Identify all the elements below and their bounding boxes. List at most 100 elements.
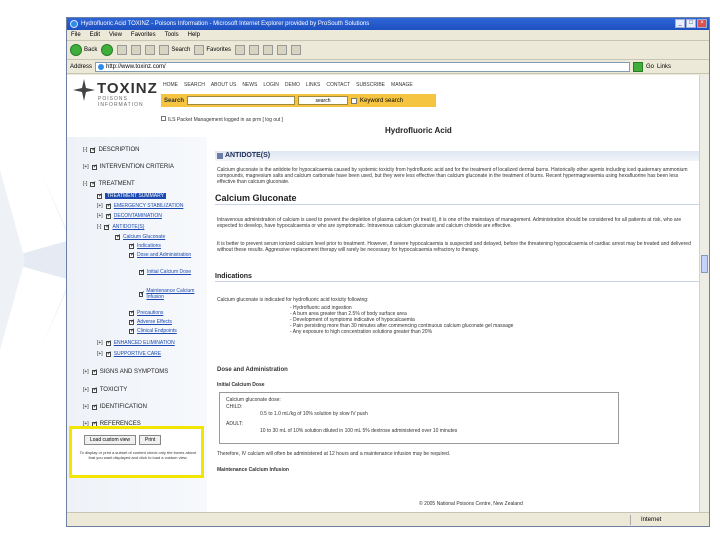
refresh-icon[interactable]	[131, 45, 142, 55]
tree-checkbox[interactable]	[129, 327, 135, 334]
tree-toggle[interactable]: [+]	[97, 213, 103, 219]
tree-item-toxicity[interactable]: [+] TOXICITY	[83, 386, 127, 394]
print-button[interactable]: Print	[139, 435, 162, 445]
keyword-search-checkbox[interactable]	[351, 97, 358, 104]
toxinz-logo[interactable]: TOXINZ POISONS INFORMATION	[73, 79, 163, 108]
tree-item-enhanced-elimination[interactable]: [+] ENHANCED ELIMINATION	[97, 339, 175, 347]
tree-item-calcium-gluconate[interactable]: Calcium Gluconate	[115, 233, 165, 240]
tree-item-adverse-effects[interactable]: Adverse Effects	[129, 318, 172, 325]
tree-link[interactable]: Calcium Gluconate	[123, 234, 165, 240]
nav-login[interactable]: LOGIN	[263, 82, 279, 88]
tree-checkbox[interactable]	[91, 403, 98, 410]
tree-item-supportive-care[interactable]: [+] SUPPORTIVE CARE	[97, 350, 161, 358]
tree-checkbox[interactable]	[91, 386, 98, 393]
nav-links[interactable]: LINKS	[306, 82, 320, 88]
nav-about[interactable]: ABOUT US	[211, 82, 236, 88]
menu-favorites[interactable]: Favorites	[131, 30, 156, 40]
minimize-button[interactable]: _	[675, 19, 685, 28]
tree-toggle[interactable]: [-]	[83, 181, 87, 187]
tree-item-treatment[interactable]: [-] TREATMENT	[83, 180, 135, 188]
tree-link[interactable]: ANTIDOTE(S)	[112, 224, 144, 230]
tree-item-treatment-summary[interactable]: TREATMENT SUMMARY	[97, 192, 166, 199]
tree-link[interactable]: TREATMENT SUMMARY	[105, 193, 166, 199]
nav-news[interactable]: NEWS	[242, 82, 257, 88]
nav-home[interactable]: HOME	[163, 82, 178, 88]
tree-toggle[interactable]: [-]	[97, 224, 101, 230]
print-icon[interactable]	[263, 45, 274, 55]
nav-manage[interactable]: MANAGE	[391, 82, 413, 88]
maximize-button[interactable]: □	[686, 19, 696, 28]
home-icon[interactable]	[145, 45, 156, 55]
tree-checkbox[interactable]	[139, 268, 145, 275]
address-input[interactable]: http://www.toxinz.com/	[95, 61, 631, 72]
tree-item-clinical-endpoints[interactable]: Clinical Endpoints	[129, 327, 177, 334]
tree-link[interactable]: Dose and Administration	[137, 252, 191, 258]
tree-item-stabilization[interactable]: [+] EMERGENCY STABILIZATION	[97, 202, 184, 210]
tree-checkbox[interactable]	[91, 163, 98, 170]
tree-toggle[interactable]: [-]	[83, 147, 87, 153]
tree-checkbox[interactable]	[90, 180, 96, 187]
menu-view[interactable]: View	[109, 30, 122, 40]
tree-link[interactable]: Precautions	[137, 310, 163, 316]
tree-link[interactable]: DECONTAMINATION	[114, 213, 162, 219]
tree-toggle[interactable]: [+]	[83, 164, 89, 170]
tree-link[interactable]: SUPPORTIVE CARE	[114, 351, 161, 357]
tree-checkbox[interactable]	[105, 202, 112, 209]
tree-checkbox[interactable]	[129, 318, 135, 325]
tree-checkbox[interactable]	[139, 290, 146, 297]
tree-item-precautions[interactable]: Precautions	[129, 309, 163, 316]
close-button[interactable]: ×	[697, 19, 707, 28]
tree-toggle[interactable]: [+]	[83, 404, 89, 410]
tree-toggle[interactable]: [+]	[83, 369, 89, 375]
tree-checkbox[interactable]	[105, 339, 112, 346]
tree-link[interactable]: Initial Calcium Dose	[147, 269, 191, 275]
tree-item-initial-calcium-dose[interactable]: Initial Calcium Dose	[139, 268, 199, 275]
go-label[interactable]: Go	[646, 64, 654, 70]
tree-checkbox[interactable]	[129, 309, 135, 316]
tree-checkbox[interactable]	[129, 251, 135, 258]
tree-item-decontamination[interactable]: [+] DECONTAMINATION	[97, 212, 162, 220]
nav-contact[interactable]: CONTACT	[326, 82, 350, 88]
back-button[interactable]: Back	[70, 44, 97, 56]
load-custom-view-button[interactable]: Load custom view	[84, 435, 137, 445]
tree-item-antidotes[interactable]: [-] ANTIDOTE(S)	[97, 223, 144, 231]
tree-item-identification[interactable]: [+] IDENTIFICATION	[83, 403, 147, 411]
tree-checkbox[interactable]	[105, 212, 112, 219]
tree-checkbox[interactable]	[97, 192, 103, 199]
favorites-button[interactable]: Favorites	[194, 45, 231, 55]
tree-item-maintenance-infusion[interactable]: Maintenance Calcium Infusion	[139, 288, 199, 300]
tree-item-intervention[interactable]: [+] INTERVENTION CRITERIA	[83, 163, 174, 171]
tree-checkbox[interactable]	[129, 242, 135, 249]
tree-checkbox[interactable]	[104, 223, 110, 230]
tree-checkbox[interactable]	[91, 368, 98, 375]
scrollbar-thumb[interactable]	[701, 255, 708, 273]
menu-help[interactable]: Help	[188, 30, 200, 40]
tree-link[interactable]: ENHANCED ELIMINATION	[114, 340, 175, 346]
tree-checkbox[interactable]	[115, 233, 121, 240]
links-label[interactable]: Links	[657, 64, 671, 70]
tree-item-description[interactable]: [-] DESCRIPTION	[83, 146, 139, 154]
tree-toggle[interactable]: [+]	[83, 387, 89, 393]
tree-checkbox[interactable]	[90, 146, 96, 153]
tree-item-dose-administration[interactable]: Dose and Administration	[129, 251, 199, 258]
menu-file[interactable]: File	[71, 30, 81, 40]
site-search-button[interactable]: search	[298, 96, 349, 105]
search-button[interactable]: Search	[159, 45, 190, 55]
tree-link[interactable]: Adverse Effects	[137, 319, 172, 325]
tree-checkbox[interactable]	[105, 350, 112, 357]
tree-link[interactable]: Indications	[137, 243, 161, 249]
site-search-input[interactable]	[187, 96, 296, 105]
nav-subscribe[interactable]: SUBSCRIBE	[356, 82, 385, 88]
nav-demo[interactable]: DEMO	[285, 82, 300, 88]
tree-link[interactable]: EMERGENCY STABILIZATION	[114, 203, 184, 209]
mail-icon[interactable]	[249, 45, 260, 55]
menu-edit[interactable]: Edit	[90, 30, 100, 40]
tree-toggle[interactable]: [+]	[97, 203, 103, 209]
tree-item-signs-symptoms[interactable]: [+] SIGNS AND SYMPTOMS	[83, 368, 168, 376]
edit-icon[interactable]	[277, 45, 288, 55]
tree-link[interactable]: Maintenance Calcium Infusion	[146, 288, 199, 300]
folder-icon[interactable]	[291, 45, 302, 55]
tree-toggle[interactable]: [+]	[97, 340, 103, 346]
tree-link[interactable]: Clinical Endpoints	[137, 328, 177, 334]
history-icon[interactable]	[235, 45, 246, 55]
